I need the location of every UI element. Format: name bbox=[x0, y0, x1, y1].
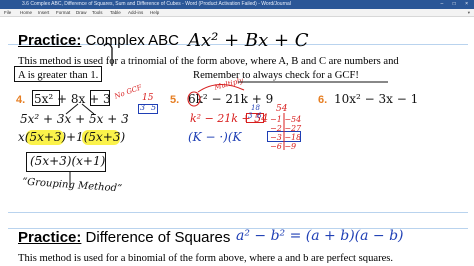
window-controls[interactable]: – □ × bbox=[441, 1, 473, 7]
menu-table[interactable]: Table bbox=[110, 10, 121, 15]
ink-arrow bbox=[81, 103, 95, 115]
quick-access-toolbar[interactable] bbox=[3, 2, 19, 15]
title-bar: 3.6 Complex ABC, Difference of Squares, … bbox=[0, 0, 474, 15]
ink-arrow bbox=[65, 103, 79, 115]
document-page[interactable]: Practice: Complex ABC Ax² + Bx + C This … bbox=[8, 18, 468, 266]
menu-bar: File Home Insert Format Draw Tools Table… bbox=[0, 9, 474, 17]
ink-arrow bbox=[197, 84, 245, 93]
menu-file[interactable]: File bbox=[4, 10, 11, 15]
menu-help[interactable]: Help bbox=[150, 10, 159, 15]
menu-insert[interactable]: Insert bbox=[38, 10, 49, 15]
ribbon-controls[interactable]: ▾ bbox=[468, 10, 470, 16]
ink-circle bbox=[187, 91, 201, 107]
menu-draw[interactable]: Draw bbox=[76, 10, 87, 15]
ink-arrow bbox=[103, 42, 113, 66]
menu-home[interactable]: Home bbox=[20, 10, 32, 15]
ink-strokes bbox=[65, 42, 388, 188]
menu-format[interactable]: Format bbox=[56, 10, 70, 15]
menu-addins[interactable]: Add-ins bbox=[128, 10, 143, 15]
window-title: 3.6 Complex ABC, Difference of Squares, … bbox=[22, 1, 291, 7]
menu-tools[interactable]: Tools bbox=[92, 10, 103, 15]
